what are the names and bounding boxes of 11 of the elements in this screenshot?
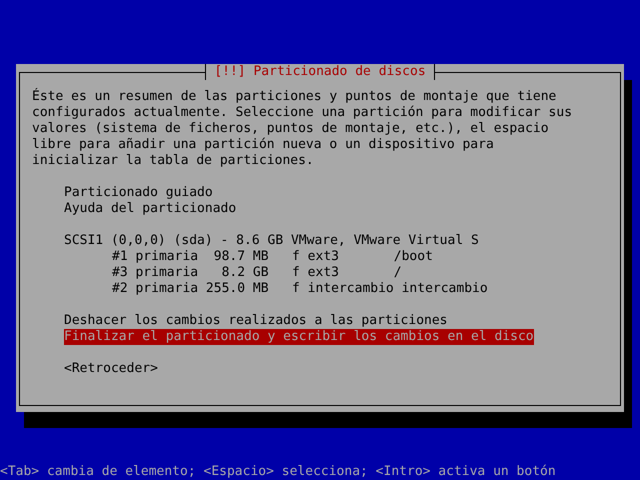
back-button[interactable]: <Retroceder>	[64, 361, 158, 377]
description-text: Éste es un resumen de las particiones y puntos de montaje que tiene configurados actualmente. Seleccione una partición para modificar sus valores (sistema de ficheros, puntos de montaje, etc.), el espacio libre para añadir una partición nueva o un dispositivo para inicializar la tabla de particiones.	[32, 89, 574, 169]
dialog-title: [!!] Particionado de discos	[205, 64, 435, 80]
menu-item[interactable]: SCSI1 (0,0,0) (sda) - 8.6 GB VMware, VMware Virtual S	[64, 233, 479, 249]
menu-item[interactable]: Ayuda del particionado	[64, 201, 236, 217]
menu-item[interactable]: Deshacer los cambios realizados a las particiones	[64, 313, 448, 329]
menu-item[interactable]: Particionado guiado	[64, 185, 213, 201]
menu-item[interactable]: #3 primaria 8.2 GB f ext3 /	[112, 265, 402, 281]
menu-item[interactable]: #1 primaria 98.7 MB f ext3 /boot	[112, 249, 433, 265]
key-hint-text: <Tab> cambia de elemento; <Espacio> selecciona; <Intro> activa un botón	[0, 464, 556, 480]
menu-item[interactable]: #2 primaria 255.0 MB f intercambio intercambio	[112, 281, 488, 297]
